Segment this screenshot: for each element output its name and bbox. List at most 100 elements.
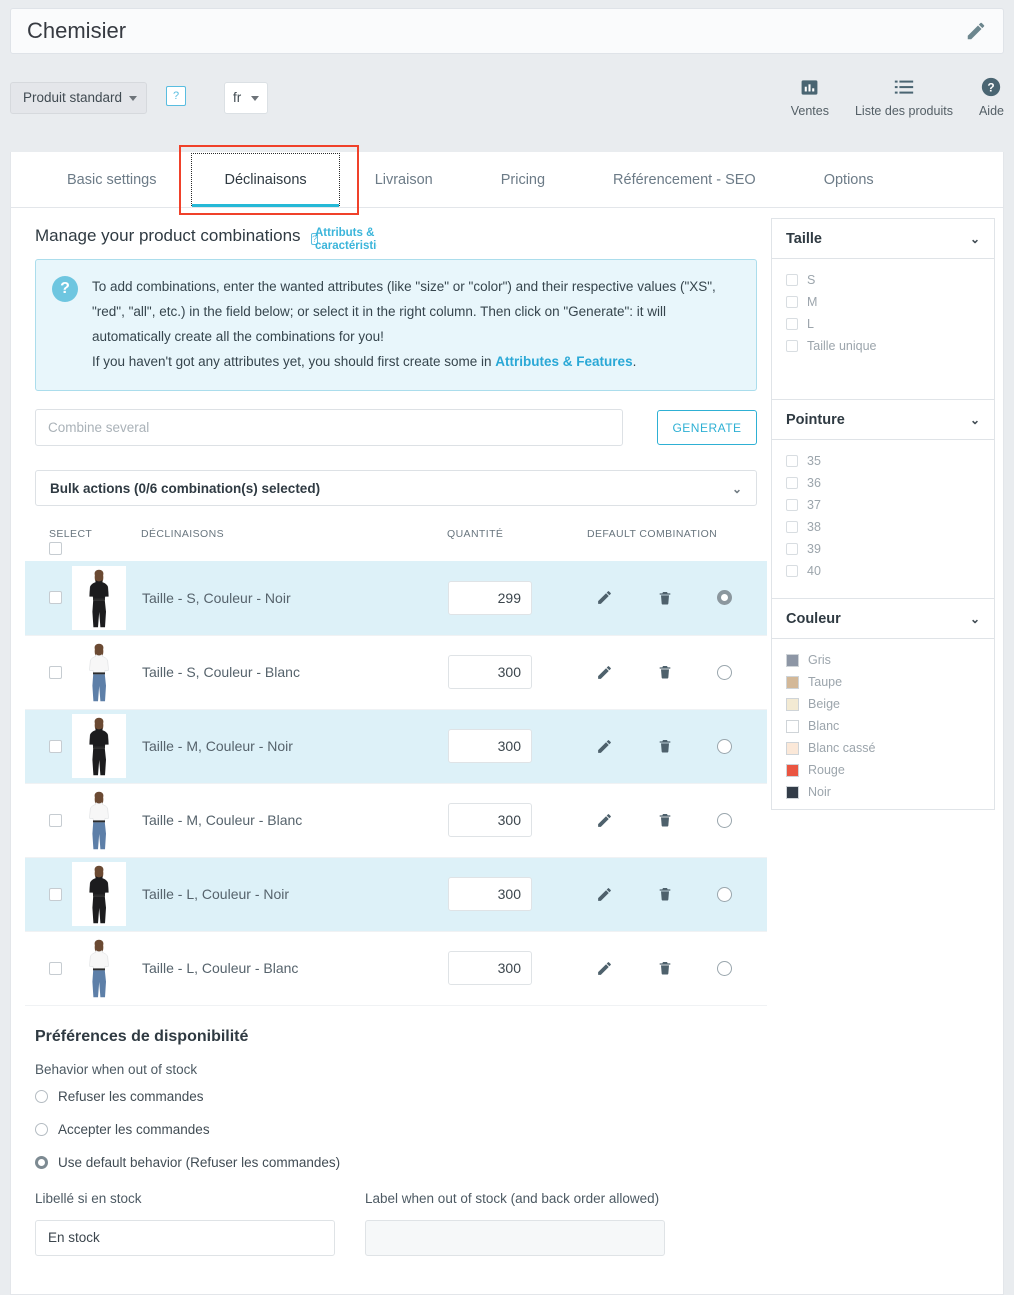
attribute-panel-couleur: Couleur⌄ Gris TaupeBeigeBlancBlanc cassé Ro… — [771, 598, 995, 810]
quantity-input[interactable] — [448, 803, 532, 837]
row-checkbox[interactable] — [49, 888, 62, 901]
default-combination-radio[interactable] — [717, 813, 732, 828]
attribute-option[interactable]: 36 — [786, 472, 980, 494]
default-combination-radio[interactable] — [717, 665, 732, 680]
out-of-stock-input[interactable] — [365, 1220, 665, 1256]
default-combination-radio[interactable] — [717, 961, 732, 976]
attribute-option[interactable]: M — [786, 291, 980, 313]
tab-options[interactable]: Options — [790, 152, 908, 207]
attribute-panel-header[interactable]: Taille⌄ — [772, 219, 994, 259]
combinations-table: SELECT DÉCLINAISONS QUANTITÉ DEFAULT COM… — [25, 528, 767, 1006]
quantity-input[interactable] — [448, 951, 532, 985]
trash-icon[interactable] — [657, 590, 673, 606]
attribute-option[interactable]: Beige — [786, 693, 980, 715]
row-quantity-cell — [447, 931, 587, 1005]
attribute-checkbox[interactable] — [786, 521, 798, 533]
table-row: Taille - M, Couleur - Blanc — [25, 783, 767, 857]
radio-accept-orders[interactable]: Accepter les commandes — [35, 1122, 757, 1137]
product-type-dropdown[interactable]: Produit standard — [10, 82, 147, 114]
attributes-help-badge[interactable]: ? Attributs & caractéristiques — [311, 229, 318, 247]
radio-default-behavior[interactable]: Use default behavior (Refuser les comman… — [35, 1155, 757, 1170]
chevron-down-icon — [129, 96, 137, 101]
quantity-input[interactable] — [448, 729, 532, 763]
tab-pricing[interactable]: Pricing — [467, 152, 579, 207]
table-body: Taille - S, Couleur - Noir Taille - S, C… — [25, 561, 767, 1005]
row-checkbox[interactable] — [49, 591, 62, 604]
product-list-button[interactable]: Liste des produits — [855, 74, 953, 118]
attribute-option[interactable]: 40 — [786, 560, 980, 582]
sales-button[interactable]: Ventes — [791, 74, 829, 118]
quantity-input[interactable] — [448, 581, 532, 615]
attribute-option-label: 40 — [807, 564, 821, 578]
attribute-option[interactable]: 35 — [786, 450, 980, 472]
attribute-option[interactable]: L — [786, 313, 980, 335]
attribute-option[interactable]: Noir — [786, 781, 980, 803]
in-stock-input[interactable] — [35, 1220, 335, 1256]
trash-icon[interactable] — [657, 960, 673, 976]
default-combination-radio[interactable] — [717, 590, 732, 605]
product-type-help-badge[interactable]: ? — [166, 86, 186, 106]
quantity-input[interactable] — [448, 877, 532, 911]
row-name-cell: Taille - M, Couleur - Noir — [141, 709, 447, 783]
attribute-checkbox[interactable] — [786, 274, 798, 286]
attribute-checkbox[interactable] — [786, 455, 798, 467]
bulk-actions-dropdown[interactable]: Bulk actions (0/6 combination(s) selecte… — [35, 470, 757, 506]
attribute-checkbox[interactable] — [786, 318, 798, 330]
pencil-icon[interactable] — [596, 589, 613, 606]
tab-basic-settings[interactable]: Basic settings — [33, 152, 190, 207]
attribute-option[interactable]: Taupe — [786, 671, 980, 693]
trash-icon[interactable] — [657, 738, 673, 754]
help-button[interactable]: ? Aide — [979, 74, 1004, 118]
pencil-icon[interactable] — [965, 20, 987, 42]
combine-input[interactable] — [35, 409, 623, 446]
question-circle-icon: ? — [980, 74, 1002, 100]
trash-icon[interactable] — [657, 812, 673, 828]
attribute-option-label: Rouge — [808, 763, 845, 777]
tab-livraison[interactable]: Livraison — [341, 152, 467, 207]
pencil-icon[interactable] — [596, 960, 613, 977]
attribute-option[interactable]: Blanc cassé — [786, 737, 980, 759]
pencil-icon[interactable] — [596, 664, 613, 681]
row-checkbox[interactable] — [49, 962, 62, 975]
select-all-checkbox[interactable] — [49, 542, 62, 555]
row-name-cell: Taille - L, Couleur - Noir — [141, 857, 447, 931]
trash-icon[interactable] — [657, 886, 673, 902]
attribute-checkbox[interactable] — [786, 477, 798, 489]
attribute-option[interactable]: 37 — [786, 494, 980, 516]
attribute-checkbox[interactable] — [786, 296, 798, 308]
row-checkbox[interactable] — [49, 740, 62, 753]
attribute-option[interactable]: Taille unique — [786, 335, 980, 357]
attribute-option[interactable]: Blanc — [786, 715, 980, 737]
attribute-option-label: Gris — [808, 653, 831, 667]
product-list-label: Liste des produits — [855, 104, 953, 118]
trash-icon[interactable] — [657, 664, 673, 680]
row-image-cell — [71, 931, 141, 1005]
row-checkbox[interactable] — [49, 814, 62, 827]
attribute-panel-body: Gris TaupeBeigeBlancBlanc cassé Rouge Noir — [772, 639, 994, 809]
default-combination-radio[interactable] — [717, 887, 732, 902]
attribute-option[interactable]: 38 — [786, 516, 980, 538]
tab-seo[interactable]: Référencement - SEO — [579, 152, 790, 207]
pencil-icon[interactable] — [596, 738, 613, 755]
radio-refuse-orders[interactable]: Refuser les commandes — [35, 1089, 757, 1104]
attribute-checkbox[interactable] — [786, 340, 798, 352]
attribute-option[interactable]: S — [786, 269, 980, 291]
generate-button[interactable]: GENERATE — [657, 410, 757, 445]
attribute-panel-header[interactable]: Pointure⌄ — [772, 400, 994, 440]
pencil-icon[interactable] — [596, 812, 613, 829]
attribute-option[interactable]: Gris — [786, 649, 980, 671]
tab-declinaisons[interactable]: Déclinaisons — [190, 152, 340, 207]
attributes-features-link[interactable]: Attributes & Features — [495, 354, 632, 369]
attribute-checkbox[interactable] — [786, 499, 798, 511]
quantity-input[interactable] — [448, 655, 532, 689]
attribute-checkbox[interactable] — [786, 565, 798, 577]
attribute-option-label: S — [807, 273, 815, 287]
language-dropdown[interactable]: fr — [224, 82, 268, 114]
attribute-option[interactable]: 39 — [786, 538, 980, 560]
pencil-icon[interactable] — [596, 886, 613, 903]
attribute-panel-header[interactable]: Couleur⌄ — [772, 599, 994, 639]
attribute-option[interactable]: Rouge — [786, 759, 980, 781]
row-checkbox[interactable] — [49, 666, 62, 679]
default-combination-radio[interactable] — [717, 739, 732, 754]
attribute-checkbox[interactable] — [786, 543, 798, 555]
